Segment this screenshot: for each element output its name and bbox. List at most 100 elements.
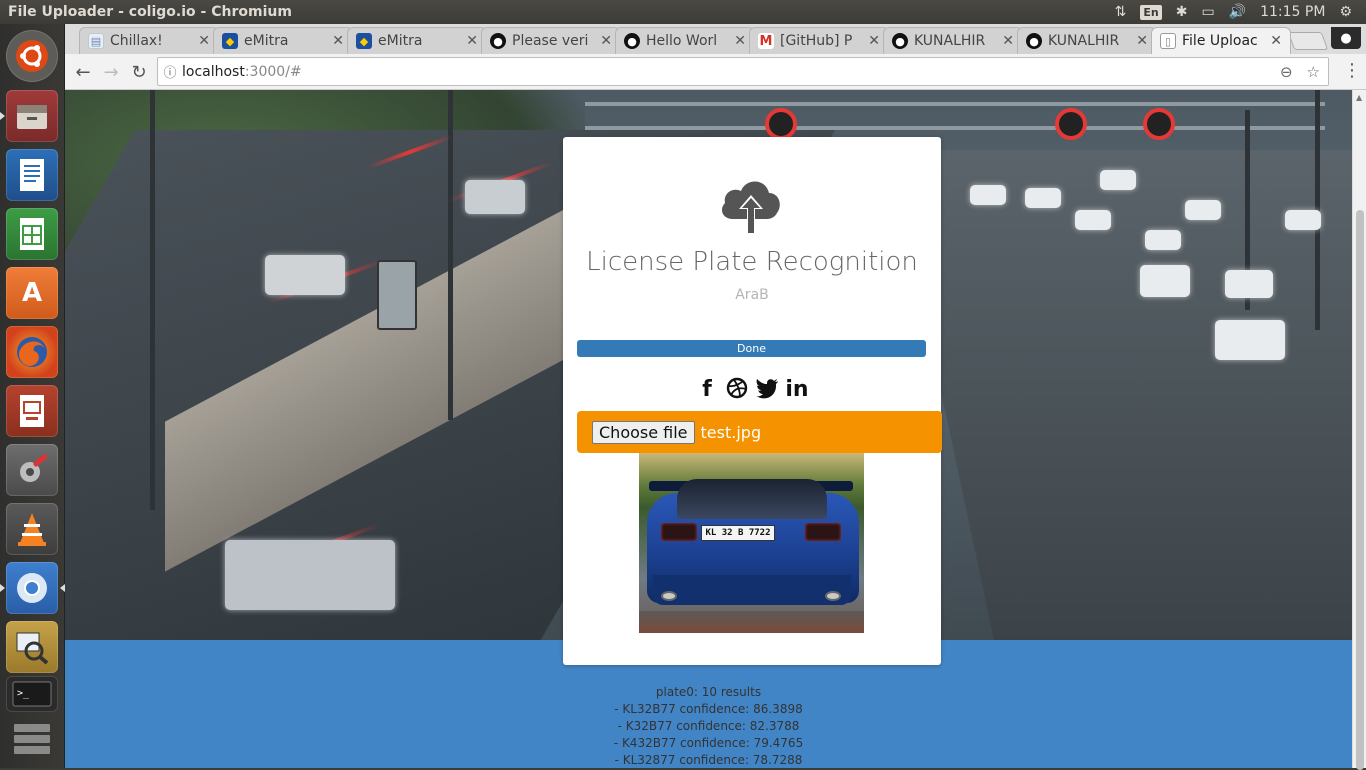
tab-8-active[interactable]: ▯ File Uploac ✕ xyxy=(1151,27,1291,54)
close-icon[interactable]: ✕ xyxy=(1136,33,1148,49)
close-icon[interactable]: ✕ xyxy=(198,33,210,49)
result-line: - KL32B77 confidence: 86.3898 xyxy=(614,702,803,716)
software-center-icon[interactable]: A xyxy=(6,267,58,319)
github-icon: ● xyxy=(490,33,506,49)
files-icon[interactable] xyxy=(6,90,58,142)
back-icon[interactable]: ← xyxy=(71,60,95,84)
settings-icon[interactable] xyxy=(6,444,58,496)
window-title: File Uploader - coligo.io - Chromium xyxy=(8,4,292,20)
cloud-upload-icon xyxy=(721,181,780,235)
social-links: f in xyxy=(563,377,941,405)
tab-label: KUNALHIR xyxy=(1048,33,1120,49)
emitra-icon: ◆ xyxy=(356,33,372,49)
result-line: - K432B77 confidence: 79.4765 xyxy=(613,736,804,750)
tab-2[interactable]: ◆ eMitra ✕ xyxy=(347,27,487,54)
dribbble-icon[interactable] xyxy=(725,377,749,405)
svg-text:>_: >_ xyxy=(17,688,30,699)
scrollbar-thumb[interactable] xyxy=(1356,210,1364,770)
close-icon[interactable]: ✕ xyxy=(466,33,478,49)
scroll-up-icon[interactable]: ▲ xyxy=(1356,93,1362,102)
license-plate: KL 32 B 7722 xyxy=(701,525,775,541)
tab-0[interactable]: ▤ Chillax! ✕ xyxy=(79,27,219,54)
power-gear-icon[interactable]: ⚙ xyxy=(1339,4,1352,20)
tab-label: Please veri xyxy=(512,33,589,49)
tab-label: File Uploac xyxy=(1182,33,1258,49)
tab-5[interactable]: M [GitHub] P ✕ xyxy=(749,27,889,54)
tab-7[interactable]: ● KUNALHIR ✕ xyxy=(1017,27,1157,54)
menu-icon[interactable]: ⋮ xyxy=(1343,60,1361,84)
page-icon: ▯ xyxy=(1160,33,1176,49)
battery-icon[interactable]: ▭ xyxy=(1201,4,1214,20)
twitter-icon[interactable] xyxy=(755,377,779,405)
chromium-icon[interactable] xyxy=(6,562,58,614)
upload-progress-bar: Done xyxy=(577,340,926,357)
file-upload-bar: Choose file test.jpg xyxy=(577,411,942,453)
page-subtitle: AraB xyxy=(735,287,769,303)
launcher: A >_ xyxy=(0,24,65,768)
selected-file-name: test.jpg xyxy=(700,422,762,442)
top-panel: File Uploader - coligo.io - Chromium ⇅ E… xyxy=(0,0,1366,24)
result-line: - KL32877 confidence: 78.7288 xyxy=(614,753,803,767)
uploaded-car-image: KL 32 B 7722 xyxy=(639,453,864,633)
bookmark-star-icon[interactable]: ☆ xyxy=(1307,63,1320,81)
image-viewer-icon[interactable] xyxy=(6,621,58,673)
transfer-icon[interactable]: ⇅ xyxy=(1115,4,1127,20)
terminal-icon[interactable]: >_ xyxy=(6,676,58,712)
tab-label: eMitra xyxy=(244,33,289,49)
close-icon[interactable]: ✕ xyxy=(734,33,746,49)
page-icon: ▤ xyxy=(88,33,104,49)
clock[interactable]: 11:15 PM xyxy=(1260,4,1325,20)
tab-label: eMitra xyxy=(378,33,423,49)
tab-6[interactable]: ● KUNALHIR ✕ xyxy=(883,27,1023,54)
page-scrollbar[interactable]: ▲ xyxy=(1352,90,1366,770)
result-line: - K32B77 confidence: 82.3788 xyxy=(617,719,800,733)
firefox-icon[interactable] xyxy=(6,326,58,378)
close-icon[interactable]: ✕ xyxy=(600,33,612,49)
url-path: :3000/# xyxy=(244,63,302,80)
close-icon[interactable]: ✕ xyxy=(868,33,880,49)
workspaces-icon[interactable] xyxy=(6,718,58,762)
upload-card: License Plate Recognition AraB Done f in… xyxy=(563,137,942,665)
writer-icon[interactable] xyxy=(6,149,58,201)
url-host: localhost xyxy=(182,63,245,80)
page-viewport: License Plate Recognition AraB Done f in… xyxy=(65,90,1352,768)
close-icon[interactable]: ✕ xyxy=(1270,33,1282,49)
address-bar[interactable]: ⓘ localhost:3000/# ⊖ ☆ xyxy=(157,57,1329,86)
gmail-icon: M xyxy=(758,33,774,49)
github-icon: ● xyxy=(624,33,640,49)
zoom-icon[interactable]: ⊖ xyxy=(1280,63,1293,81)
forward-icon[interactable]: → xyxy=(99,60,123,84)
result-line: plate0: 10 results xyxy=(655,685,762,699)
tab-label: Chillax! xyxy=(110,33,163,49)
bluetooth-icon[interactable]: ✱ xyxy=(1176,4,1188,20)
ubuntu-dash-icon[interactable] xyxy=(6,30,58,82)
facebook-icon[interactable]: f xyxy=(695,377,719,405)
tab-4[interactable]: ● Hello Worl ✕ xyxy=(615,27,755,54)
reload-icon[interactable]: ↻ xyxy=(127,60,151,84)
profile-icon[interactable]: ● xyxy=(1331,27,1361,49)
info-icon[interactable]: ⓘ xyxy=(158,62,182,81)
page-title: License Plate Recognition xyxy=(586,247,918,277)
tab-3[interactable]: ● Please veri ✕ xyxy=(481,27,621,54)
tab-strip: ▤ Chillax! ✕ ◆ eMitra ✕ ◆ eMitra ✕ ● Ple… xyxy=(65,24,1366,54)
tab-label: Hello Worl xyxy=(646,33,718,49)
tab-label: [GitHub] P xyxy=(780,33,853,49)
close-icon[interactable]: ✕ xyxy=(332,33,344,49)
new-tab-button[interactable] xyxy=(1287,32,1329,50)
choose-file-button[interactable]: Choose file xyxy=(592,420,695,444)
linkedin-icon[interactable]: in xyxy=(785,377,809,405)
github-icon: ● xyxy=(892,33,908,49)
tab-label: KUNALHIR xyxy=(914,33,986,49)
emitra-icon: ◆ xyxy=(222,33,238,49)
recognition-results: plate0: 10 results - KL32B77 confidence:… xyxy=(65,684,1352,768)
browser-toolbar: ← → ↻ ⓘ localhost:3000/# ⊖ ☆ ⋮ xyxy=(65,54,1366,90)
progress-label: Done xyxy=(737,342,766,355)
vlc-icon[interactable] xyxy=(6,503,58,555)
keyboard-layout-indicator[interactable]: En xyxy=(1140,4,1162,20)
volume-icon[interactable]: 🔊 xyxy=(1229,4,1246,20)
calc-icon[interactable] xyxy=(6,208,58,260)
github-icon: ● xyxy=(1026,33,1042,49)
close-icon[interactable]: ✕ xyxy=(1002,33,1014,49)
tab-1[interactable]: ◆ eMitra ✕ xyxy=(213,27,353,54)
impress-icon[interactable] xyxy=(6,385,58,437)
